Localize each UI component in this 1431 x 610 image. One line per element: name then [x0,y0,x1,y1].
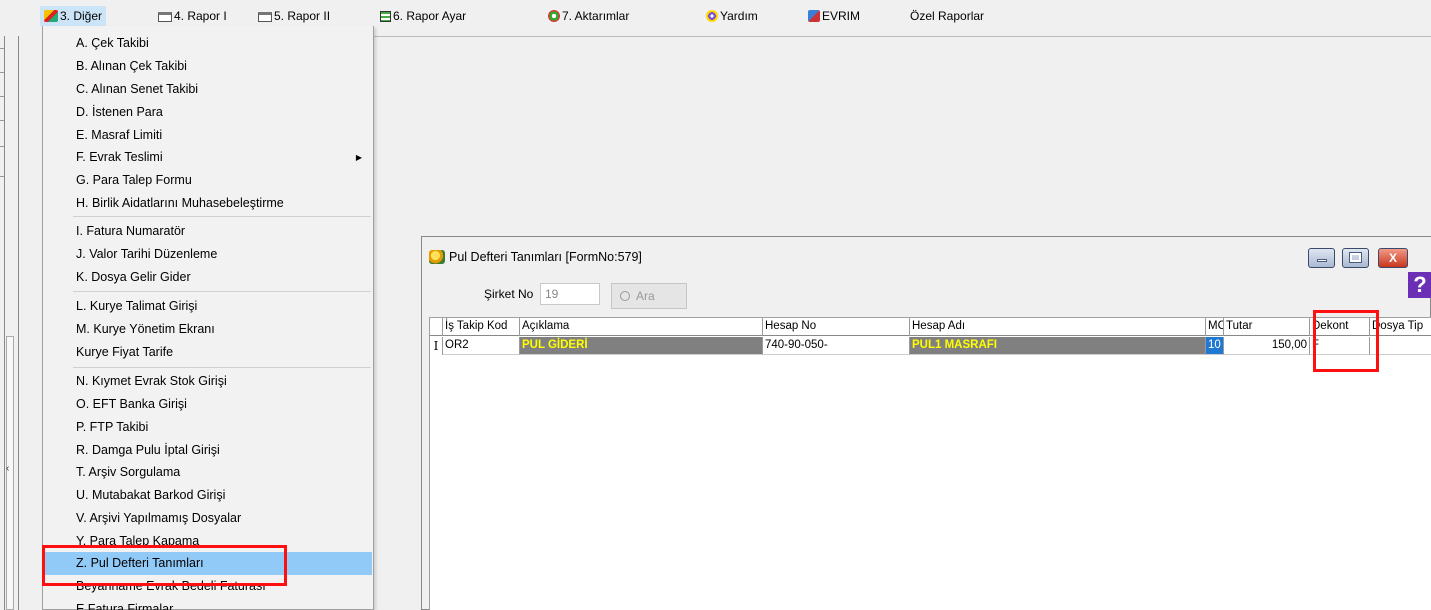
highlight-box [42,545,287,586]
divider [0,146,4,147]
menu-item-damga-pulu-iptal[interactable]: R. Damga Pulu İptal Girişi [44,439,372,462]
window-title: Pul Defteri Tanımları [FormNo:579] [449,250,642,264]
menu-item-para-talep-formu[interactable]: G. Para Talep Formu [44,169,372,192]
search-icon [620,291,630,301]
submenu-arrow-icon: ▶ [355,153,362,162]
divider [0,48,4,49]
table-row[interactable]: I OR2 PUL GİDERİ 740-90-050- PUL1 MASRAF… [430,337,1431,355]
table-cell[interactable]: 150,00 [1224,337,1310,355]
row-indicator: I [430,337,443,355]
menu-item-cek-takibi[interactable]: A. Çek Takibi [44,32,372,55]
menu-item-kurye-yonetim[interactable]: M. Kurye Yönetim Ekranı [44,318,372,341]
menu-item-dosya-gelir-gider[interactable]: K. Dosya Gelir Gider [44,266,372,289]
menu-item-masraf-limiti[interactable]: E. Masraf Limiti [44,124,372,147]
menu-item-istenen-para[interactable]: D. İstenen Para [44,101,372,124]
menu-item-alinan-cek-takibi[interactable]: B. Alınan Çek Takibi [44,55,372,78]
sirket-no-label: Şirket No [484,287,534,301]
divider [0,120,4,121]
menu-item-fatura-numarator[interactable]: I. Fatura Numaratör [44,220,372,243]
menu-separator [73,367,371,368]
menu-item-arsivi-yapilmamis[interactable]: V. Arşivi Yapılmamış Dosyalar [44,507,372,530]
header-indicator [430,318,443,336]
menu-item-eft-banka[interactable]: O. EFT Banka Girişi [44,393,372,416]
minimize-icon [1316,259,1327,262]
menu-item-kurye-fiyat-tarife[interactable]: Kurye Fiyat Tarife [44,341,372,364]
menu-item-valor-tarihi[interactable]: J. Valor Tarihi Düzenleme [44,243,372,266]
menu-item-ftp-takibi[interactable]: P. FTP Takibi [44,416,372,439]
maximize-icon [1349,252,1362,263]
book-icon [808,10,820,22]
menu-bar: 3. Diğer 4. Rapor I 5. Rapor II 6. Rapor… [0,0,1431,26]
help-button[interactable]: ? [1408,272,1431,298]
column-header[interactable]: Hesap No [763,318,910,336]
stack-icon [44,10,58,22]
menu-separator [73,216,371,217]
column-header[interactable]: Dosya Tip [1370,318,1431,336]
gears-icon [548,10,560,22]
table-cell[interactable]: 10 [1206,337,1224,355]
pul-defteri-window: Pul Defteri Tanımları [FormNo:579] X ? Ş… [421,236,1431,610]
printer-icon [158,12,172,22]
close-icon: X [1388,251,1397,265]
printer-icon [258,12,272,22]
help-icon [706,10,718,22]
menu-rapor-2[interactable]: 5. Rapor II [254,6,334,26]
table-cell[interactable]: OR2 [443,337,520,355]
menu-item-alinan-senet-takibi[interactable]: C. Alınan Senet Takibi [44,78,372,101]
menu-item-e-fatura-firmalar[interactable]: E Fatura Firmalar [44,598,372,610]
divider [0,96,4,97]
left-panel: ‹ [0,26,48,610]
diger-dropdown-menu: A. Çek Takibi B. Alınan Çek Takibi C. Al… [42,26,374,610]
window-titlebar[interactable]: Pul Defteri Tanımları [FormNo:579] X [422,237,1431,277]
table-cell[interactable]: PUL GİDERİ [520,337,763,355]
data-grid[interactable]: İş Takip Kod Açıklama Hesap No Hesap Adı… [429,317,1431,610]
divider [0,72,4,73]
ara-button[interactable]: Ara [611,283,687,309]
divider [18,36,19,610]
maximize-button[interactable] [1342,248,1369,268]
menu-item-birlik-aidatlari[interactable]: H. Birlik Aidatlarını Muhasebeleştirme [44,192,372,215]
column-header[interactable]: İş Takip Kod [443,318,520,336]
column-header[interactable]: MC [1206,318,1224,336]
column-header[interactable]: Hesap Adı [910,318,1206,336]
menu-separator [73,291,371,292]
table-cell[interactable]: PUL1 MASRAFI [910,337,1206,355]
sirket-no-input[interactable]: 19 [540,283,600,305]
menu-item-mutabakat-barkod[interactable]: U. Mutabakat Barkod Girişi [44,484,372,507]
menu-rapor-1[interactable]: 4. Rapor I [154,6,231,26]
divider [0,176,4,177]
menu-item-kurye-talimat[interactable]: L. Kurye Talimat Girişi [44,295,372,318]
app-icon [429,250,445,264]
close-button[interactable]: X [1378,248,1408,268]
grid-header: İş Takip Kod Açıklama Hesap No Hesap Adı… [430,318,1431,336]
chevron-left-icon[interactable]: ‹ [6,463,9,474]
menu-item-evrak-teslimi[interactable]: F. Evrak Teslimi ▶ [44,146,372,169]
menu-rapor-ayar[interactable]: 6. Rapor Ayar [376,6,470,26]
column-header[interactable]: Tutar [1224,318,1310,336]
menu-aktarimlar[interactable]: 7. Aktarımlar [544,6,633,26]
highlight-box [1313,310,1379,372]
menu-diger[interactable]: 3. Diğer [40,6,107,26]
menu-ozel-raporlar[interactable]: Özel Raporlar [906,6,988,26]
menu-item-kiymet-evrak[interactable]: N. Kıymet Evrak Stok Girişi [44,370,372,393]
divider [372,36,1431,37]
table-cell[interactable]: 740-90-050- [763,337,910,355]
divider [4,36,5,610]
menu-item-arsiv-sorgulama[interactable]: T. Arşiv Sorgulama [44,461,372,484]
minimize-button[interactable] [1308,248,1335,268]
menu-yardim[interactable]: Yardım [702,6,762,26]
menu-evrim[interactable]: EVRIM [804,6,864,26]
table-cell[interactable] [1370,337,1431,355]
column-header[interactable]: Açıklama [520,318,763,336]
report-icon [380,11,391,22]
